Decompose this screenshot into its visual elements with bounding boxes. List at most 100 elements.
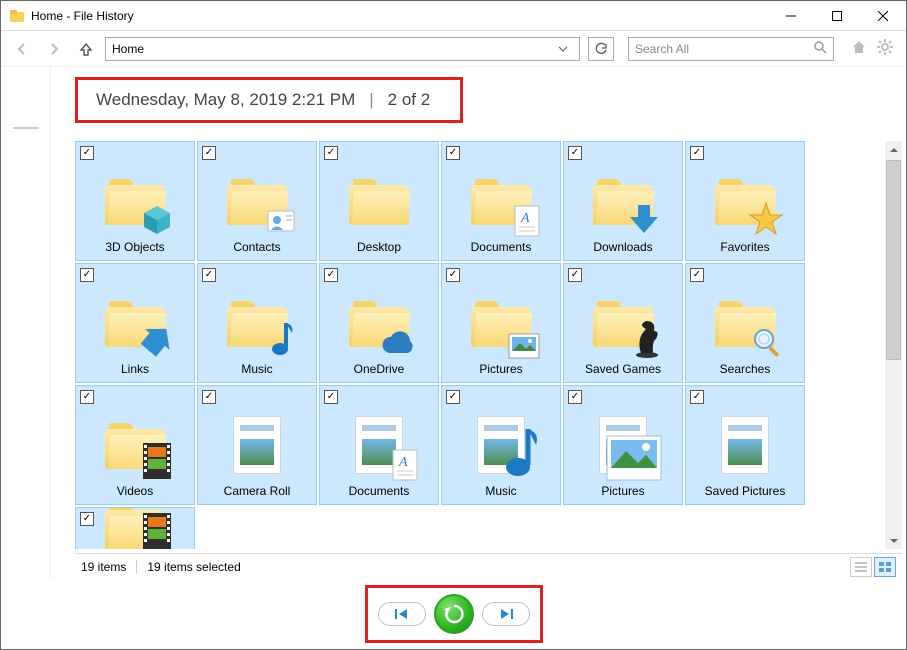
next-version-button[interactable] [482,602,530,626]
item-tile[interactable]: ✓ADocuments [319,385,439,505]
item-tile[interactable]: ✓Music [441,385,561,505]
item-icon [222,288,292,358]
checkbox-icon[interactable]: ✓ [446,268,460,282]
item-icon [466,410,536,480]
app-window: Home - File History Home Search All [0,0,907,650]
status-bar: 19 items 19 items selected [75,553,902,579]
checkbox-icon[interactable]: ✓ [568,146,582,160]
search-placeholder: Search All [635,42,689,56]
minimize-button[interactable] [768,1,814,31]
item-tile[interactable]: ✓Videos [75,385,195,505]
item-tile[interactable]: ✓ 3D Objects [75,141,195,261]
item-tile[interactable]: ✓ Searches [685,263,805,383]
item-tile[interactable]: ✓Desktop [319,141,439,261]
item-icon [710,166,780,236]
item-label: Music [241,362,272,376]
checkbox-icon[interactable]: ✓ [324,390,338,404]
item-label: Saved Games [585,362,661,376]
checkbox-icon[interactable]: ✓ [690,146,704,160]
checkbox-icon[interactable]: ✓ [202,390,216,404]
home-icon[interactable] [850,38,868,59]
back-button[interactable] [9,36,35,62]
version-position: 2 of 2 [388,90,431,110]
item-label: Searches [720,362,771,376]
overlay-icon [140,441,174,484]
forward-button[interactable] [41,36,67,62]
view-details-button[interactable] [850,557,872,577]
item-tile[interactable]: ✓ Favorites [685,141,805,261]
checkbox-icon[interactable]: ✓ [80,146,94,160]
scrollbar[interactable] [885,141,902,549]
titlebar: Home - File History [1,1,906,31]
overlay-icon [606,435,662,484]
items-grid: ✓3D Objects✓Contacts✓Desktop✓ADocuments✓… [75,141,882,549]
item-tile[interactable]: ✓Links [75,263,195,383]
item-label: Contacts [233,240,280,254]
item-tile[interactable]: ✓ A Documents [441,141,561,261]
version-header: Wednesday, May 8, 2019 2:21 PM | 2 of 2 [75,77,463,123]
checkbox-icon[interactable]: ✓ [80,268,94,282]
svg-text:A: A [520,211,530,226]
gear-icon[interactable] [876,38,894,59]
previous-version-button[interactable] [378,602,426,626]
item-label: Favorites [720,240,769,254]
address-text: Home [112,42,144,56]
item-tile[interactable]: ✓OneDrive [319,263,439,383]
item-tile[interactable]: ✓Downloads [563,141,683,261]
overlay-icon [748,201,784,240]
up-button[interactable] [73,36,99,62]
item-tile[interactable]: ✓ [75,507,195,549]
svg-text:A: A [398,455,408,470]
checkbox-icon[interactable]: ✓ [80,390,94,404]
checkbox-icon[interactable]: ✓ [568,268,582,282]
scroll-down-icon[interactable] [885,532,902,549]
checkbox-icon[interactable]: ✓ [446,146,460,160]
overlay-icon [140,203,174,240]
scroll-up-icon[interactable] [885,141,902,158]
address-dropdown-icon[interactable] [553,44,573,54]
checkbox-icon[interactable]: ✓ [446,390,460,404]
item-tile[interactable]: ✓ Saved Games [563,263,683,383]
app-icon [9,8,25,24]
view-icons-button[interactable] [874,557,896,577]
checkbox-icon[interactable]: ✓ [324,268,338,282]
address-bar[interactable]: Home [105,37,580,61]
search-input[interactable]: Search All [628,37,834,61]
overlay-icon [626,201,662,240]
close-button[interactable] [860,1,906,31]
item-tile[interactable]: ✓ Pictures [563,385,683,505]
checkbox-icon[interactable]: ✓ [80,512,94,526]
checkbox-icon[interactable]: ✓ [202,146,216,160]
item-label: Documents [471,240,532,254]
checkbox-icon[interactable]: ✓ [202,268,216,282]
item-tile[interactable]: ✓Pictures [441,263,561,383]
bottom-controls [1,579,906,649]
window-title: Home - File History [31,9,134,23]
restore-button[interactable] [434,594,474,634]
overlay-icon: A [392,449,418,484]
maximize-button[interactable] [814,1,860,31]
checkbox-icon[interactable]: ✓ [568,390,582,404]
checkbox-icon[interactable]: ✓ [690,390,704,404]
item-label: Camera Roll [224,484,291,498]
item-icon [100,410,170,480]
checkbox-icon[interactable]: ✓ [690,268,704,282]
checkbox-icon[interactable]: ✓ [324,146,338,160]
overlay-icon [266,207,296,240]
scroll-thumb[interactable] [886,160,901,360]
search-icon [813,40,827,57]
item-tile[interactable]: ✓Saved Pictures [685,385,805,505]
item-icon [588,288,658,358]
item-label: 3D Objects [105,240,164,254]
item-tile[interactable]: ✓ Music [197,263,317,383]
item-icon [344,288,414,358]
refresh-button[interactable] [588,37,614,61]
overlay-icon [138,323,174,362]
item-icon [100,288,170,358]
item-tile[interactable]: ✓ Camera Roll [197,385,317,505]
item-tile[interactable]: ✓ Contacts [197,141,317,261]
version-separator: | [369,90,373,110]
item-label: Pictures [601,484,644,498]
navbar: Home Search All [1,31,906,67]
item-count: 19 items [81,560,126,574]
